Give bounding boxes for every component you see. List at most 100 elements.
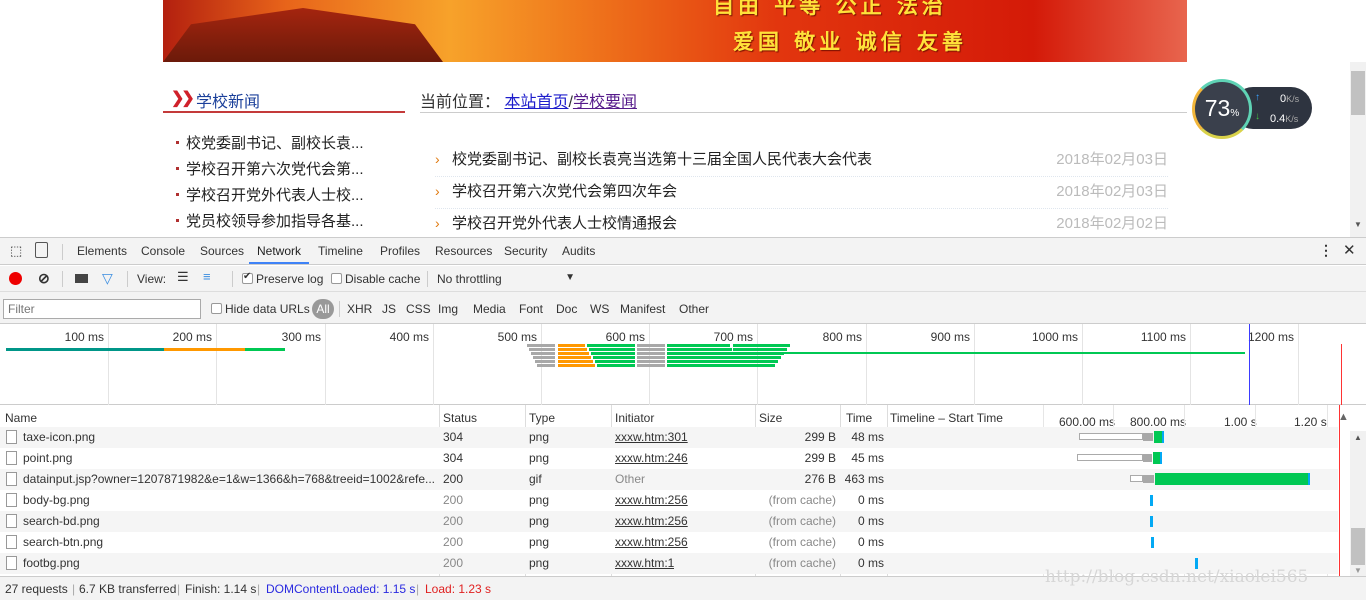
record-icon[interactable] [9,272,22,285]
transferred-size: 6.7 KB transferred [79,582,177,596]
news-title[interactable]: 学校召开第六次党代会第四次年会 [452,180,677,201]
tab-console[interactable]: Console [141,244,185,258]
request-name: body-bg.png [23,493,90,507]
filter-type-xhr[interactable]: XHR [347,302,372,316]
close-devtools-icon[interactable]: ✕ [1343,241,1356,259]
filter-type-all[interactable]: All [312,299,334,319]
request-initiator[interactable]: xxxw.htm:1 [615,556,674,570]
tab-audits[interactable]: Audits [562,244,595,258]
request-bar-segment [529,348,555,351]
requests-table: Name Status Type Initiator Size Time Tim… [0,405,1366,576]
sidebar-news-link[interactable]: 学校召开第六次党代会第... [175,158,364,179]
table-row[interactable]: taxe-icon.png 304 png xxxw.htm:301 299 B 48 m… [0,427,1338,448]
hide-data-urls-checkbox[interactable]: Hide data URLs [211,302,310,316]
sidebar-news-link[interactable]: 校党委副书记、副校长袁... [175,132,364,153]
tab-resources[interactable]: Resources [435,244,492,258]
request-name: search-bd.png [23,514,100,528]
sidebar-news-link[interactable]: 学校召开党外代表人士校... [175,184,364,205]
filter-type-js[interactable]: JS [382,302,396,316]
request-status: 304 [443,430,464,444]
tab-profiles[interactable]: Profiles [380,244,420,258]
tab-security[interactable]: Security [504,244,547,258]
table-scrollbar[interactable]: ▲ ▼ [1350,431,1366,576]
news-title[interactable]: 学校召开党外代表人士校情通报会 [452,212,677,233]
table-row[interactable]: datainput.jsp?owner=1207871982&e=1&w=136… [0,469,1338,490]
filter-type-css[interactable]: CSS [406,302,431,316]
scroll-up-icon: ▲ [1354,433,1362,442]
news-date: 2018年02月03日 [1056,151,1168,168]
inspect-element-icon[interactable]: ⬚ [10,243,22,259]
tab-network[interactable]: Network [257,244,301,258]
request-initiator[interactable]: xxxw.htm:301 [615,430,688,444]
column-header-initiator[interactable]: Initiator [615,411,654,425]
upload-arrow-icon: ↑ [1255,92,1260,103]
request-bar-segment [1162,431,1164,443]
request-initiator[interactable]: xxxw.htm:256 [615,514,688,528]
finish-time: Finish: 1.14 s [185,582,257,596]
overview-gridline [1082,324,1083,405]
request-time: 463 ms [844,472,884,486]
request-initiator[interactable]: xxxw.htm:256 [615,535,688,549]
banner-slogan: 爱国 敬业 诚信 友善 [733,29,967,54]
tab-sources[interactable]: Sources [200,244,244,258]
scroll-down-icon[interactable]: ▼ [1354,220,1362,229]
request-bar-segment [637,356,665,359]
request-bar-segment [775,352,1245,354]
request-bar-segment [558,344,585,347]
throttling-select[interactable]: No throttling ▼ [437,272,575,286]
filter-type-media[interactable]: Media [473,302,506,316]
page-scrollbar[interactable]: ▼ [1350,62,1366,237]
table-row[interactable]: search-bd.png 200 png xxxw.htm:256 (from cac… [0,511,1338,532]
column-header-time[interactable]: Time [846,411,872,425]
dom-content-loaded-line [1249,324,1250,405]
request-bar-segment [533,356,555,359]
request-bar-segment [558,348,587,351]
column-header-type[interactable]: Type [529,411,555,425]
request-bar-segment [637,360,665,363]
preserve-log-checkbox[interactable]: Preserve log [242,271,323,286]
request-bar-segment [1150,495,1153,506]
filter-type-ws[interactable]: WS [590,302,609,316]
tab-timeline[interactable]: Timeline [318,244,363,258]
filter-input[interactable] [3,299,201,319]
request-bar-segment [6,348,164,351]
column-header-name[interactable]: Name [5,411,37,425]
request-initiator[interactable]: xxxw.htm:246 [615,451,688,465]
scrollbar-thumb[interactable] [1351,71,1365,115]
request-bar-segment [1143,475,1154,483]
news-item[interactable]: › 学校召开党外代表人士校情通报会 2018年02月02日 [435,210,1168,237]
filter-type-img[interactable]: Img [438,302,458,316]
tab-elements[interactable]: Elements [77,244,127,258]
sidebar-news-link[interactable]: 党员校领导参加指导各基... [175,210,364,231]
column-header-timeline[interactable]: Timeline – Start Time [890,411,1003,425]
filter-type-doc[interactable]: Doc [556,302,577,316]
filter-type-other[interactable]: Other [679,302,709,316]
overview-icon[interactable]: ≡ [203,269,211,284]
filter-icon[interactable]: ▽ [102,270,113,287]
capture-screenshots-icon[interactable] [75,274,88,283]
column-header-size[interactable]: Size [759,411,782,425]
breadcrumb-home-link[interactable]: 本站首页 [504,94,568,111]
scrollbar-thumb [1351,528,1365,565]
disable-cache-checkbox[interactable]: Disable cache [331,272,420,286]
column-header-status[interactable]: Status [443,411,477,425]
news-title[interactable]: 校党委副书记、副校长袁亮当选第十三届全国人民代表大会代表 [452,148,872,169]
table-row[interactable]: search-btn.png 200 png xxxw.htm:256 (from ca… [0,532,1338,553]
device-mode-icon[interactable] [35,242,48,258]
table-row[interactable]: point.png 304 png xxxw.htm:246 299 B 45 ms [0,448,1338,469]
more-options-icon[interactable]: ⋮ [1319,242,1333,259]
table-row[interactable]: body-bg.png 200 png xxxw.htm:256 (from cache… [0,490,1338,511]
breadcrumb-current-link[interactable]: 学校要闻 [573,94,637,111]
request-bar-segment [667,348,732,351]
filter-type-font[interactable]: Font [519,302,543,316]
filter-type-manifest[interactable]: Manifest [620,302,665,316]
request-name: taxe-icon.png [23,430,96,444]
news-item[interactable]: › 学校召开第六次党代会第四次年会 2018年02月03日 [435,178,1168,209]
request-initiator[interactable]: xxxw.htm:256 [615,493,688,507]
overview-gridline [866,324,867,405]
network-overview[interactable]: 100 ms 200 ms 300 ms 400 ms 500 ms 600 ms 700 … [0,324,1366,405]
clear-icon[interactable]: ⊘ [38,270,50,287]
double-chevron-icon: ❯❯ [171,90,195,107]
news-item[interactable]: › 校党委副书记、副校长袁亮当选第十三届全国人民代表大会代表 2018年02月03日 [435,146,1168,177]
large-rows-icon[interactable]: ☰ [177,269,189,285]
